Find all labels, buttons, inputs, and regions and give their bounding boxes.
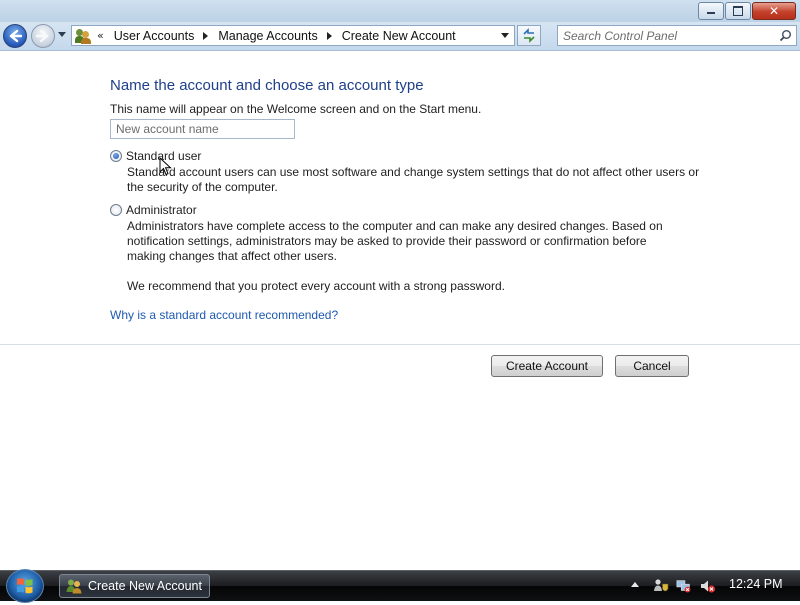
- windows-logo-icon: [17, 578, 33, 594]
- breadcrumb-user-accounts[interactable]: User Accounts: [114, 29, 195, 43]
- search-input[interactable]: [563, 27, 773, 44]
- back-arrow-icon: [9, 29, 22, 43]
- description-line: the security of the computer.: [127, 180, 278, 194]
- search-icon[interactable]: [779, 29, 792, 42]
- back-button[interactable]: [3, 24, 27, 48]
- title-bar: ✕: [0, 0, 800, 22]
- breadcrumb-chevron-icon[interactable]: [203, 31, 209, 40]
- minimize-button[interactable]: [698, 2, 724, 20]
- taskbar: Create New Account 12:24 PM: [0, 569, 800, 603]
- user-accounts-icon: [75, 28, 91, 44]
- standard-user-radio[interactable]: [110, 150, 122, 162]
- address-dropdown-icon[interactable]: [501, 33, 509, 38]
- forward-arrow-icon: [36, 29, 49, 43]
- address-bar[interactable]: « User Accounts Manage Accounts Create N…: [71, 25, 515, 46]
- refresh-icon: [523, 28, 535, 43]
- maximize-button[interactable]: [725, 2, 751, 20]
- user-accounts-icon: [66, 578, 82, 594]
- caption-buttons: ✕: [697, 2, 796, 20]
- breadcrumb-manage-accounts[interactable]: Manage Accounts: [218, 29, 317, 43]
- system-clock[interactable]: 12:24 PM: [729, 577, 783, 591]
- close-icon: ✕: [768, 4, 780, 18]
- mouse-cursor-icon: [159, 157, 172, 176]
- description-line: making changes that affect other users.: [127, 249, 337, 263]
- taskbar-item-label: Create New Account: [88, 579, 202, 593]
- description-line: Standard account users can use most soft…: [127, 165, 700, 179]
- breadcrumb-overflow-icon[interactable]: «: [97, 29, 104, 42]
- volume-muted-icon[interactable]: [700, 578, 716, 594]
- taskbar-item-create-new-account[interactable]: Create New Account: [59, 574, 210, 598]
- forward-button[interactable]: [31, 24, 55, 48]
- description-line: notification settings, administrators ma…: [127, 234, 647, 248]
- breadcrumb-chevron-icon[interactable]: [326, 31, 332, 40]
- name-instructions: This name will appear on the Welcome scr…: [110, 102, 482, 116]
- network-icon[interactable]: [676, 578, 692, 594]
- cancel-button[interactable]: Cancel: [615, 355, 689, 377]
- start-button[interactable]: [6, 569, 44, 603]
- show-hidden-icons-button[interactable]: [631, 582, 639, 587]
- maximize-icon: [733, 6, 743, 16]
- navigation-bar: « User Accounts Manage Accounts Create N…: [0, 22, 800, 51]
- administrator-radio[interactable]: [110, 204, 122, 216]
- breadcrumb-create-new-account[interactable]: Create New Account: [342, 29, 456, 43]
- administrator-description: Administrators have complete access to t…: [127, 219, 663, 264]
- account-name-input[interactable]: [110, 119, 295, 139]
- recent-pages-dropdown[interactable]: [58, 32, 66, 37]
- description-line: Administrators have complete access to t…: [127, 219, 663, 233]
- security-center-icon[interactable]: [653, 578, 669, 594]
- page-title: Name the account and choose an account t…: [110, 77, 424, 94]
- minimize-icon: [707, 12, 715, 14]
- administrator-label[interactable]: Administrator: [126, 203, 197, 217]
- search-box[interactable]: [557, 25, 797, 46]
- refresh-button[interactable]: [517, 25, 541, 46]
- create-account-button[interactable]: Create Account: [491, 355, 603, 377]
- standard-account-help-link[interactable]: Why is a standard account recommended?: [110, 308, 338, 322]
- password-recommendation: We recommend that you protect every acco…: [127, 279, 505, 293]
- close-button[interactable]: ✕: [752, 2, 796, 20]
- standard-user-description: Standard account users can use most soft…: [127, 165, 699, 195]
- divider: [0, 344, 800, 345]
- content-pane: Name the account and choose an account t…: [0, 51, 800, 569]
